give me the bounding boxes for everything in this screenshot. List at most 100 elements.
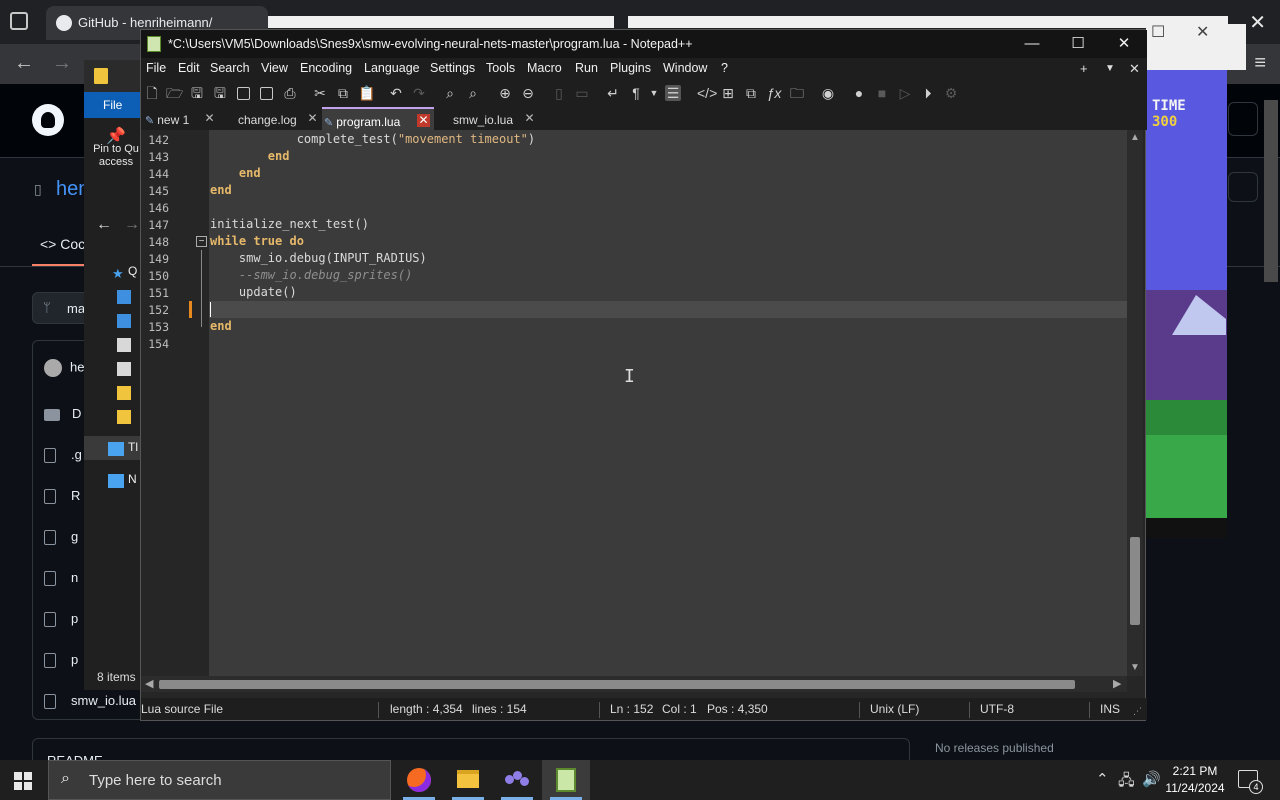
code-editor[interactable]: 142 complete_test("movement timeout") 143… bbox=[141, 130, 1127, 676]
browser-close-icon[interactable]: ✕ bbox=[1249, 10, 1266, 35]
new-tab-plus-icon[interactable]: + bbox=[1080, 61, 1088, 76]
menu-help[interactable]: ? bbox=[721, 61, 728, 75]
tab-smw-io-lua[interactable]: smw_io.lua ✕ bbox=[437, 107, 537, 130]
network-icon[interactable]: 🖧 bbox=[1118, 770, 1135, 795]
list-item[interactable]: p bbox=[44, 652, 78, 669]
print-icon[interactable]: ⎙ bbox=[282, 85, 298, 101]
horizontal-scroll-thumb[interactable] bbox=[159, 680, 1075, 689]
menu-language[interactable]: Language bbox=[364, 61, 420, 75]
sync-horizontal-icon[interactable]: ▭ bbox=[574, 85, 590, 101]
emulator-maximize-icon[interactable]: ☐ bbox=[1151, 22, 1165, 42]
save-all-icon[interactable]: 🖫 bbox=[212, 85, 228, 101]
file-name[interactable]: R bbox=[71, 488, 80, 503]
vertical-scroll-thumb[interactable] bbox=[1130, 537, 1140, 625]
code-line[interactable]: 145 end bbox=[141, 182, 1127, 199]
status-eol[interactable]: Unix (LF) bbox=[870, 702, 919, 716]
undo-icon[interactable]: ↶ bbox=[388, 85, 404, 101]
explorer-back-icon[interactable]: ← bbox=[96, 216, 112, 234]
status-insert-mode[interactable]: INS bbox=[1100, 702, 1120, 716]
code-line[interactable]: 146 bbox=[141, 199, 1127, 216]
github-logo-icon[interactable] bbox=[32, 104, 64, 136]
scroll-left-icon[interactable]: ◀ bbox=[145, 677, 153, 690]
explorer-forward-icon[interactable]: → bbox=[124, 216, 140, 234]
github-repo-action-button[interactable] bbox=[1228, 172, 1258, 202]
snes9x-taskbar-button[interactable] bbox=[493, 760, 541, 800]
tab-close-icon[interactable]: ✕ bbox=[523, 112, 536, 125]
emulator-close-icon[interactable]: ✕ bbox=[1196, 22, 1209, 42]
code-line[interactable]: 148 − while true do bbox=[141, 233, 1127, 250]
list-item[interactable]: n bbox=[44, 570, 78, 587]
close-button[interactable]: ✕ bbox=[1101, 33, 1147, 55]
menu-search[interactable]: Search bbox=[210, 61, 250, 75]
taskbar-search-input[interactable]: ⌕ Type here to search bbox=[48, 760, 391, 800]
tab-close-icon[interactable]: ✕ bbox=[203, 112, 216, 125]
list-item[interactable]: p bbox=[44, 611, 78, 628]
menu-window[interactable]: Window bbox=[663, 61, 707, 75]
code-line[interactable]: 154 bbox=[141, 335, 1127, 352]
file-name[interactable]: smw_io.lua bbox=[71, 693, 136, 708]
tab-close-icon[interactable]: ✕ bbox=[417, 114, 430, 127]
menu-macro[interactable]: Macro bbox=[527, 61, 562, 75]
menu-tools[interactable]: Tools bbox=[486, 61, 515, 75]
new-file-icon[interactable]: 🗋 bbox=[144, 85, 160, 101]
paste-icon[interactable]: 📋 bbox=[358, 85, 375, 101]
list-item[interactable]: smw_io.lua bbox=[44, 693, 136, 710]
notifications-icon[interactable]: 4 bbox=[1238, 770, 1263, 794]
code-line[interactable]: 147 initialize_next_test() bbox=[141, 216, 1127, 233]
code-line[interactable]: 144 end bbox=[141, 165, 1127, 182]
nav-item-label[interactable]: Tl bbox=[128, 440, 138, 454]
close-all-icon[interactable] bbox=[260, 87, 273, 100]
tab-code[interactable]: <> Coc bbox=[40, 236, 85, 252]
scroll-down-icon[interactable]: ▼ bbox=[1130, 662, 1140, 673]
commit-owner[interactable]: he bbox=[70, 359, 84, 374]
status-encoding[interactable]: UTF-8 bbox=[980, 702, 1014, 716]
list-item[interactable]: R bbox=[44, 488, 80, 505]
file-name[interactable]: g bbox=[71, 529, 78, 544]
tab-close-icon[interactable]: ✕ bbox=[306, 112, 319, 125]
tab-new-1[interactable]: ✎ new 1 ✕ bbox=[145, 107, 217, 130]
tab-list-dropdown-icon[interactable]: ▼ bbox=[1105, 63, 1115, 74]
open-file-icon[interactable]: 🗁 bbox=[166, 85, 183, 101]
menu-settings[interactable]: Settings bbox=[430, 61, 475, 75]
xml-tag-icon[interactable]: </> bbox=[697, 85, 717, 101]
save-macro-icon[interactable]: ⚙ bbox=[943, 85, 959, 101]
tab-change-log[interactable]: change.log ✕ bbox=[227, 107, 319, 130]
folder-as-workspace-icon[interactable]: 🗀 bbox=[789, 85, 805, 101]
code-line[interactable]: 143 end bbox=[141, 148, 1127, 165]
scroll-up-icon[interactable]: ▲ bbox=[1130, 132, 1140, 143]
record-macro-icon[interactable]: ● bbox=[851, 85, 867, 101]
tab-program-lua[interactable]: ✎ program.lua ✕ bbox=[322, 107, 434, 130]
copy-icon[interactable]: ⧉ bbox=[335, 85, 351, 101]
show-all-chars-icon[interactable]: ¶ bbox=[628, 85, 644, 101]
cut-icon[interactable]: ✂ bbox=[312, 85, 328, 101]
menu-view[interactable]: View bbox=[261, 61, 288, 75]
scroll-right-icon[interactable]: ▶ bbox=[1113, 677, 1121, 690]
file-explorer-taskbar-button[interactable] bbox=[444, 760, 492, 800]
find-icon[interactable]: ⌕ bbox=[442, 85, 458, 101]
close-file-icon[interactable] bbox=[237, 87, 250, 100]
nav-item-label[interactable]: N bbox=[128, 472, 137, 486]
file-name[interactable]: n bbox=[71, 570, 78, 585]
run-macro-multiple-icon[interactable]: ⏵ bbox=[920, 85, 936, 101]
show-symbol-dropdown-icon[interactable]: ▼ bbox=[646, 85, 662, 101]
volume-icon[interactable]: 🔊 bbox=[1142, 770, 1161, 788]
list-item[interactable]: g bbox=[44, 529, 78, 546]
forward-arrow-icon[interactable]: → bbox=[52, 52, 72, 75]
play-macro-icon[interactable]: ▷ bbox=[897, 85, 913, 101]
menu-run[interactable]: Run bbox=[575, 61, 598, 75]
monitoring-icon[interactable]: ◉ bbox=[820, 85, 836, 101]
vertical-scrollbar[interactable]: ▲ ▼ bbox=[1127, 130, 1143, 676]
browser-scrollbar[interactable] bbox=[1264, 100, 1278, 282]
menu-plugins[interactable]: Plugins bbox=[610, 61, 651, 75]
maximize-button[interactable]: ☐ bbox=[1055, 33, 1101, 55]
document-list-icon[interactable]: ⧉ bbox=[743, 85, 759, 101]
code-line[interactable]: 149 smw_io.debug(INPUT_RADIUS) bbox=[141, 250, 1127, 267]
file-name[interactable]: .g bbox=[71, 447, 82, 462]
function-list-icon[interactable]: ƒx bbox=[766, 85, 782, 101]
document-map-icon[interactable]: ⊞ bbox=[720, 85, 736, 101]
file-name[interactable]: D bbox=[72, 406, 81, 421]
word-wrap-icon[interactable]: ↵ bbox=[605, 85, 621, 101]
replace-icon[interactable]: ⌕ bbox=[465, 85, 481, 101]
menu-edit[interactable]: Edit bbox=[178, 61, 200, 75]
close-doc-icon[interactable]: ✕ bbox=[1129, 61, 1140, 77]
